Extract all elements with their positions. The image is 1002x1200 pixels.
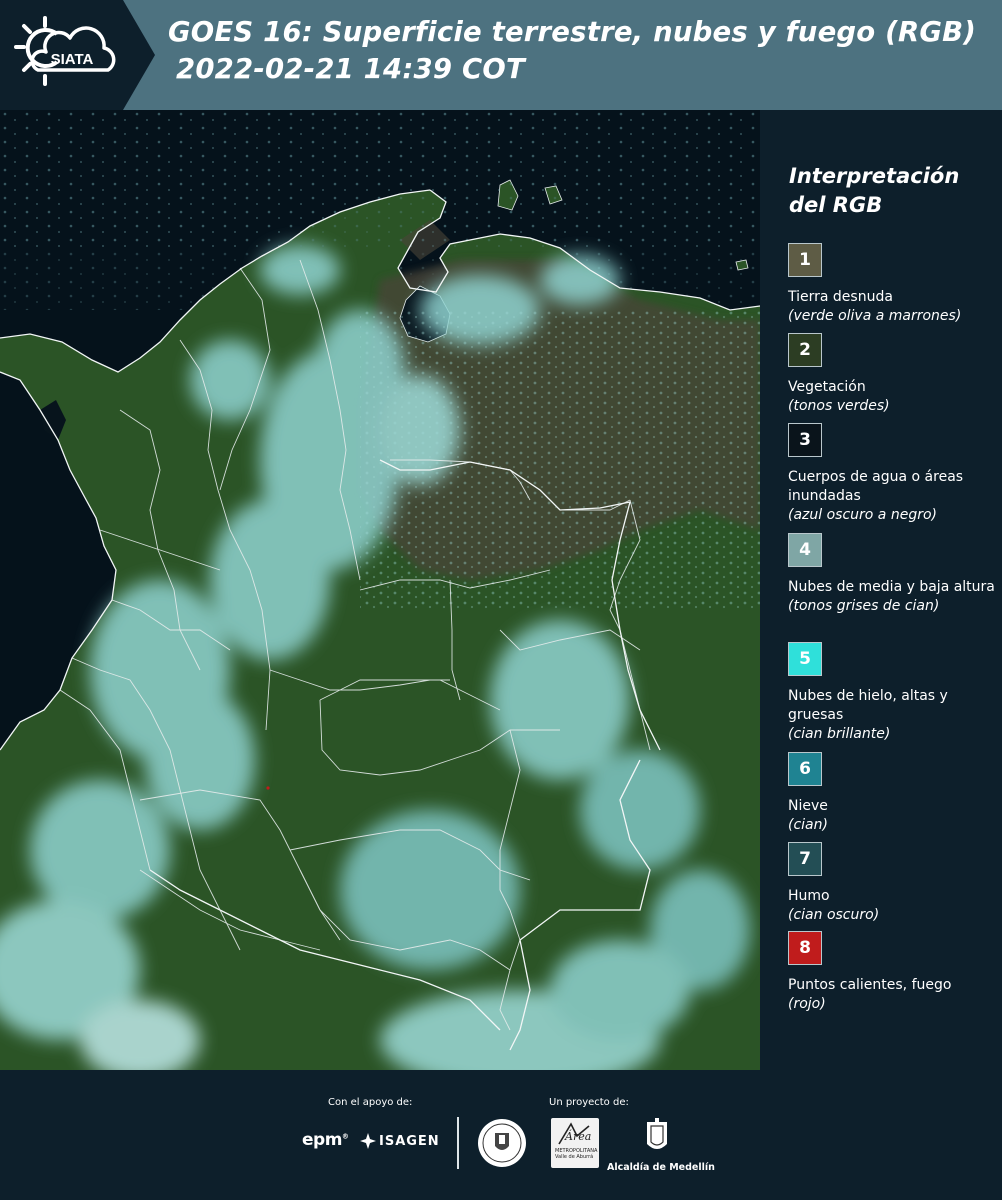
- fire-hotspot: [266, 786, 270, 790]
- page-title: GOES 16: Superficie terrestre, nubes y f…: [168, 14, 998, 88]
- legend-item-description: (cian oscuro): [788, 907, 880, 923]
- title-line-1: GOES 16: Superficie terrestre, nubes y f…: [168, 16, 977, 48]
- legend-swatch: 2: [788, 333, 822, 367]
- legend-item-bare-soil: 1 Tierra desnuda (verde oliva a marrones…: [788, 243, 998, 326]
- legend-item-ice-clouds: 5 Nubes de hielo, altas y gruesas (cian …: [788, 642, 998, 744]
- legend-item-mid-low-clouds: 4 Nubes de media y baja altura (tonos gr…: [788, 533, 998, 616]
- legend-item-water-bodies: 3 Cuerpos de agua o áreas inundadas (azu…: [788, 423, 998, 525]
- footer-sponsors: Con el apoyo de: Un proyecto de: epm® IS…: [0, 1070, 1002, 1200]
- legend-item-description: (azul oscuro a negro): [788, 507, 937, 523]
- legend-item-description: (tonos grises de cian): [788, 598, 940, 614]
- legend-item-smoke: 7 Humo (cian oscuro): [788, 842, 998, 925]
- rgb-composite-image: [0, 110, 760, 1070]
- alcaldia-name: Alcaldía de Medellín: [607, 1162, 715, 1173]
- alcaldia-medellin-logo: Alcaldía de Medellín: [607, 1118, 715, 1173]
- legend-item-label: Puntos calientes, fuego: [788, 977, 952, 993]
- epm-logo-text: epm: [302, 1130, 342, 1150]
- legend-item-description: (tonos verdes): [788, 398, 890, 414]
- title-line-2-timestamp: 2022-02-21 14:39 COT: [176, 53, 525, 85]
- legend-item-description: (rojo): [788, 996, 826, 1012]
- legend-swatch: 5: [788, 642, 822, 676]
- legend-swatch: 4: [788, 533, 822, 567]
- legend-item-hot-spots-fire: 8 Puntos calientes, fuego (rojo): [788, 931, 998, 1014]
- header-band: SIATA GOES 16: Superficie terrestre, nub…: [0, 0, 1002, 110]
- medellin-university-seal-icon: [478, 1119, 526, 1167]
- area-metropolitana-logo: Área METROPOLITANA Valle de Aburrá: [551, 1118, 599, 1168]
- legend-title-line-1: Interpretación: [789, 164, 960, 188]
- siata-sun-cloud-icon: SIATA: [14, 16, 116, 86]
- satellite-map: [0, 110, 760, 1070]
- legend-title-line-2: del RGB: [789, 193, 883, 217]
- project-label: Un proyecto de:: [549, 1097, 629, 1108]
- legend-item-label: Humo: [788, 888, 830, 904]
- legend-swatch: 7: [788, 842, 822, 876]
- area-metropolitana-mark-icon: Área: [558, 1122, 591, 1145]
- legend-item-label: Vegetación: [788, 379, 866, 395]
- area-logo-subtext: METROPOLITANA Valle de Aburrá: [555, 1148, 598, 1160]
- legend-swatch: 3: [788, 423, 822, 457]
- legend-item-label: Nieve: [788, 798, 828, 814]
- medellin-coat-of-arms-icon: [647, 1118, 667, 1149]
- legend-title: Interpretación del RGB: [789, 162, 999, 220]
- legend-swatch: 8: [788, 931, 822, 965]
- support-label: Con el apoyo de:: [328, 1097, 413, 1108]
- legend-item-description: (cian): [788, 817, 828, 833]
- legend-swatch: 6: [788, 752, 822, 786]
- legend-item-description: (cian brillante): [788, 726, 891, 742]
- siata-logo: SIATA: [0, 0, 155, 110]
- siata-logo-text: SIATA: [51, 51, 94, 68]
- area-logo-text: Área: [564, 1129, 591, 1143]
- legend-item-label: Cuerpos de agua o áreas inundadas: [788, 469, 964, 504]
- isagen-logo-text: ISAGEN: [379, 1133, 440, 1149]
- footer-divider: [457, 1117, 459, 1169]
- legend-item-label: Tierra desnuda: [788, 289, 893, 305]
- isagen-logo: ISAGEN: [360, 1132, 440, 1150]
- legend-item-label: Nubes de media y baja altura: [788, 579, 995, 595]
- legend-item-description: (verde oliva a marrones): [788, 308, 962, 324]
- rgb-legend: Interpretación del RGB 1 Tierra desnuda …: [760, 110, 1002, 1070]
- legend-swatch: 1: [788, 243, 822, 277]
- epm-logo: epm®: [302, 1130, 349, 1150]
- legend-item-snow: 6 Nieve (cian): [788, 752, 998, 835]
- isagen-star-icon: [360, 1133, 376, 1149]
- legend-item-vegetation: 2 Vegetación (tonos verdes): [788, 333, 998, 416]
- legend-item-label: Nubes de hielo, altas y gruesas: [788, 688, 948, 723]
